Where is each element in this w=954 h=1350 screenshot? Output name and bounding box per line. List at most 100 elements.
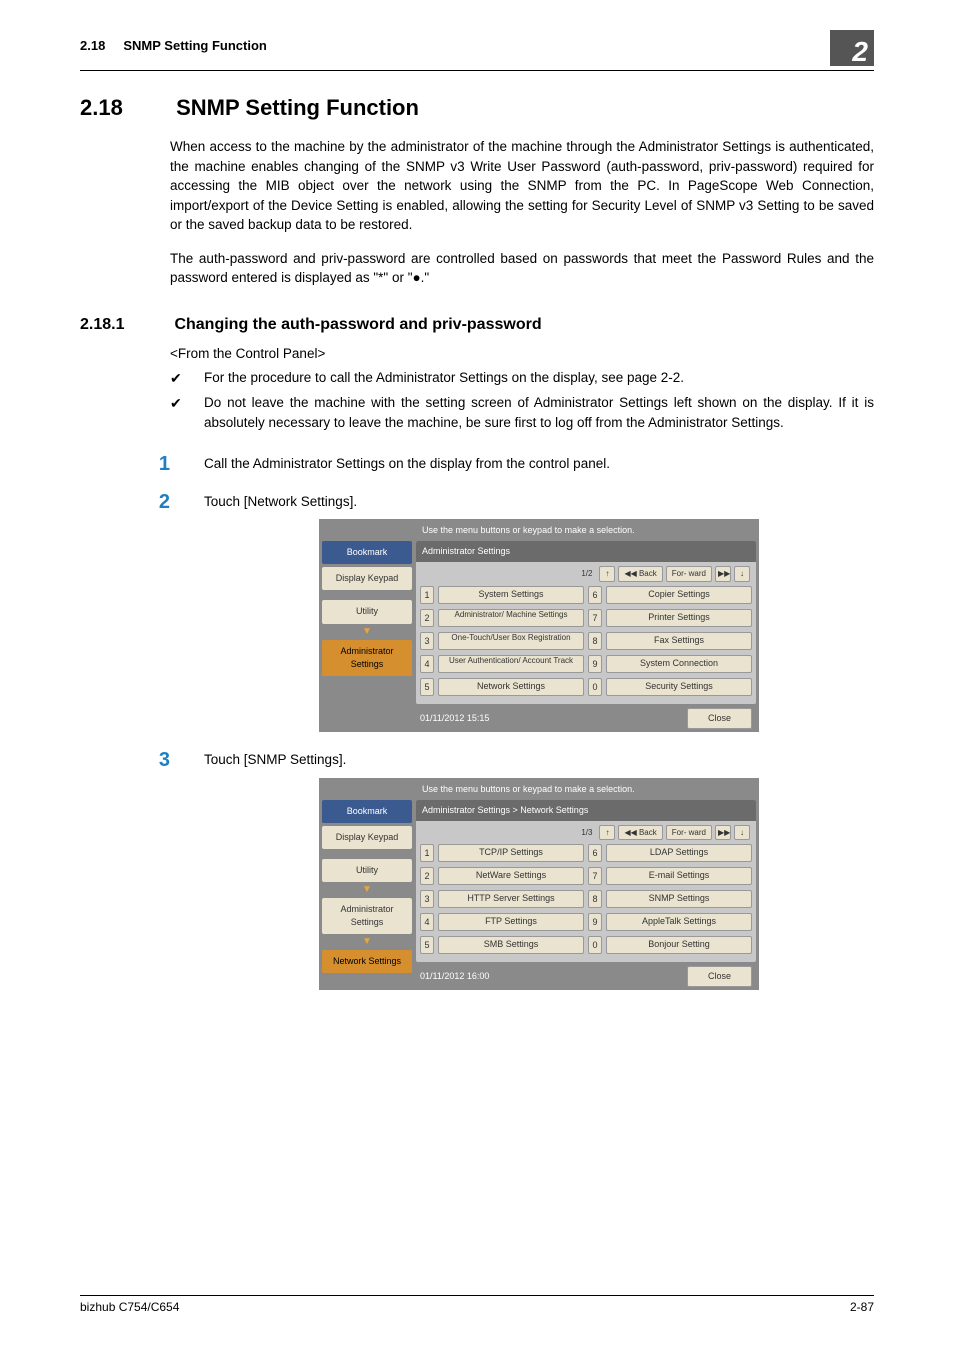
menu-onetouch-userbox[interactable]: One-Touch/User Box Registration: [438, 632, 584, 650]
close-button[interactable]: Close: [687, 966, 752, 987]
step-2: Touch [Network Settings]. Use the menu b…: [140, 492, 874, 750]
control-panel-screenshot-1: Use the menu buttons or keypad to make a…: [319, 519, 759, 732]
pager-back-button[interactable]: ◀◀ Back: [618, 566, 662, 582]
pager-next-icon[interactable]: ▶▶: [715, 566, 731, 582]
pager-forward-button[interactable]: For- ward: [666, 825, 712, 841]
menu-ldap-settings[interactable]: LDAP Settings: [606, 844, 752, 862]
breadcrumb: Administrator Settings > Network Setting…: [416, 800, 756, 821]
panel-sidebar: Bookmark Display Keypad Utility ▼ Admini…: [322, 800, 412, 988]
checklist-item: For the procedure to call the Administra…: [170, 368, 874, 394]
header-section-number: 2.18: [80, 38, 105, 53]
intro-paragraph-1: When access to the machine by the admini…: [170, 137, 874, 235]
pager-down-icon[interactable]: ↓: [734, 825, 750, 841]
pager-up-icon[interactable]: ↑: [599, 825, 615, 841]
page-indicator: 1/3: [581, 827, 592, 839]
footer-page-number: 2-87: [850, 1300, 874, 1314]
subsection-number: 2.18.1: [80, 316, 170, 334]
menu-num[interactable]: 5: [420, 678, 434, 696]
sidebar-display-keypad[interactable]: Display Keypad: [322, 826, 412, 849]
sidebar-bookmark-tab[interactable]: Bookmark: [322, 800, 412, 823]
menu-bonjour-setting[interactable]: Bonjour Setting: [606, 936, 752, 954]
menu-smb-settings[interactable]: SMB Settings: [438, 936, 584, 954]
sidebar-utility[interactable]: Utility: [322, 600, 412, 623]
step-3: Touch [SNMP Settings]. Use the menu butt…: [140, 750, 874, 1008]
pager: 1/2 ↑ ◀◀ Back For- ward ▶▶ ↓: [420, 566, 752, 586]
page-indicator: 1/2: [581, 568, 592, 580]
menu-snmp-settings[interactable]: SNMP Settings: [606, 890, 752, 908]
menu-copier-settings[interactable]: Copier Settings: [606, 586, 752, 604]
chevron-down-icon: ▼: [322, 937, 412, 947]
menu-appletalk-settings[interactable]: AppleTalk Settings: [606, 913, 752, 931]
menu-email-settings[interactable]: E-mail Settings: [606, 867, 752, 885]
panel-datetime: 01/11/2012 15:15: [420, 712, 489, 725]
menu-fax-settings[interactable]: Fax Settings: [606, 632, 752, 650]
close-button[interactable]: Close: [687, 708, 752, 729]
procedure-steps: Call the Administrator Settings on the d…: [140, 454, 874, 1008]
menu-netware-settings[interactable]: NetWare Settings: [438, 867, 584, 885]
menu-system-settings[interactable]: System Settings: [438, 586, 584, 604]
menu-num[interactable]: 3: [420, 632, 434, 650]
menu-num[interactable]: 3: [420, 890, 434, 908]
subsection-text: Changing the auth-password and priv-pass…: [174, 316, 541, 333]
pager-forward-button[interactable]: For- ward: [666, 566, 712, 582]
chevron-down-icon: ▼: [322, 885, 412, 895]
sidebar-administrator-settings[interactable]: Administrator Settings: [322, 898, 412, 934]
step-3-text: Touch [SNMP Settings].: [204, 752, 346, 767]
menu-num[interactable]: 7: [588, 609, 602, 627]
step-2-text: Touch [Network Settings].: [204, 494, 357, 509]
menu-num[interactable]: 1: [420, 844, 434, 862]
panel-instruction: Use the menu buttons or keypad to make a…: [322, 781, 756, 800]
menu-http-server-settings[interactable]: HTTP Server Settings: [438, 890, 584, 908]
pager-back-button[interactable]: ◀◀ Back: [618, 825, 662, 841]
panel-instruction: Use the menu buttons or keypad to make a…: [322, 522, 756, 541]
menu-grid: 1 System Settings 6 Copier Settings 2 Ad…: [420, 586, 752, 700]
menu-num[interactable]: 6: [588, 586, 602, 604]
section-number: 2.18: [80, 95, 170, 121]
pager-next-icon[interactable]: ▶▶: [715, 825, 731, 841]
pager: 1/3 ↑ ◀◀ Back For- ward ▶▶ ↓: [420, 825, 752, 845]
chevron-down-icon: ▼: [322, 627, 412, 637]
checklist: For the procedure to call the Administra…: [170, 368, 874, 439]
checklist-item: Do not leave the machine with the settin…: [170, 393, 874, 438]
intro-paragraph-2: The auth-password and priv-password are …: [170, 249, 874, 288]
sidebar-bookmark-tab[interactable]: Bookmark: [322, 541, 412, 564]
menu-tcpip-settings[interactable]: TCP/IP Settings: [438, 844, 584, 862]
menu-admin-machine-settings[interactable]: Administrator/ Machine Settings: [438, 609, 584, 627]
menu-network-settings[interactable]: Network Settings: [438, 678, 584, 696]
panel-datetime: 01/11/2012 16:00: [420, 970, 489, 983]
header-rule: [80, 70, 874, 71]
menu-num[interactable]: 9: [588, 913, 602, 931]
chapter-tab: 2: [830, 30, 874, 66]
control-panel-screenshot-2: Use the menu buttons or keypad to make a…: [319, 778, 759, 991]
menu-printer-settings[interactable]: Printer Settings: [606, 609, 752, 627]
menu-num[interactable]: 5: [420, 936, 434, 954]
menu-user-auth[interactable]: User Authentication/ Account Track: [438, 655, 584, 673]
menu-num[interactable]: 2: [420, 609, 434, 627]
menu-num[interactable]: 8: [588, 890, 602, 908]
sidebar-display-keypad[interactable]: Display Keypad: [322, 567, 412, 590]
menu-num[interactable]: 0: [588, 936, 602, 954]
menu-num[interactable]: 6: [588, 844, 602, 862]
menu-security-settings[interactable]: Security Settings: [606, 678, 752, 696]
section-title: 2.18 SNMP Setting Function: [80, 95, 874, 121]
footer-product: bizhub C754/C654: [80, 1300, 179, 1314]
menu-num[interactable]: 1: [420, 586, 434, 604]
menu-num[interactable]: 7: [588, 867, 602, 885]
breadcrumb: Administrator Settings: [416, 541, 756, 562]
menu-num[interactable]: 9: [588, 655, 602, 673]
menu-num[interactable]: 2: [420, 867, 434, 885]
pager-down-icon[interactable]: ↓: [734, 566, 750, 582]
pager-up-icon[interactable]: ↑: [599, 566, 615, 582]
menu-num[interactable]: 0: [588, 678, 602, 696]
sidebar-network-settings[interactable]: Network Settings: [322, 950, 412, 973]
menu-ftp-settings[interactable]: FTP Settings: [438, 913, 584, 931]
sidebar-administrator-settings[interactable]: Administrator Settings: [322, 640, 412, 676]
page-footer: bizhub C754/C654 2-87: [80, 1295, 874, 1314]
menu-num[interactable]: 4: [420, 655, 434, 673]
menu-num[interactable]: 8: [588, 632, 602, 650]
menu-num[interactable]: 4: [420, 913, 434, 931]
sidebar-utility[interactable]: Utility: [322, 859, 412, 882]
menu-grid: 1 TCP/IP Settings 6 LDAP Settings 2 NetW…: [420, 844, 752, 958]
menu-system-connection[interactable]: System Connection: [606, 655, 752, 673]
step-1: Call the Administrator Settings on the d…: [140, 454, 874, 492]
